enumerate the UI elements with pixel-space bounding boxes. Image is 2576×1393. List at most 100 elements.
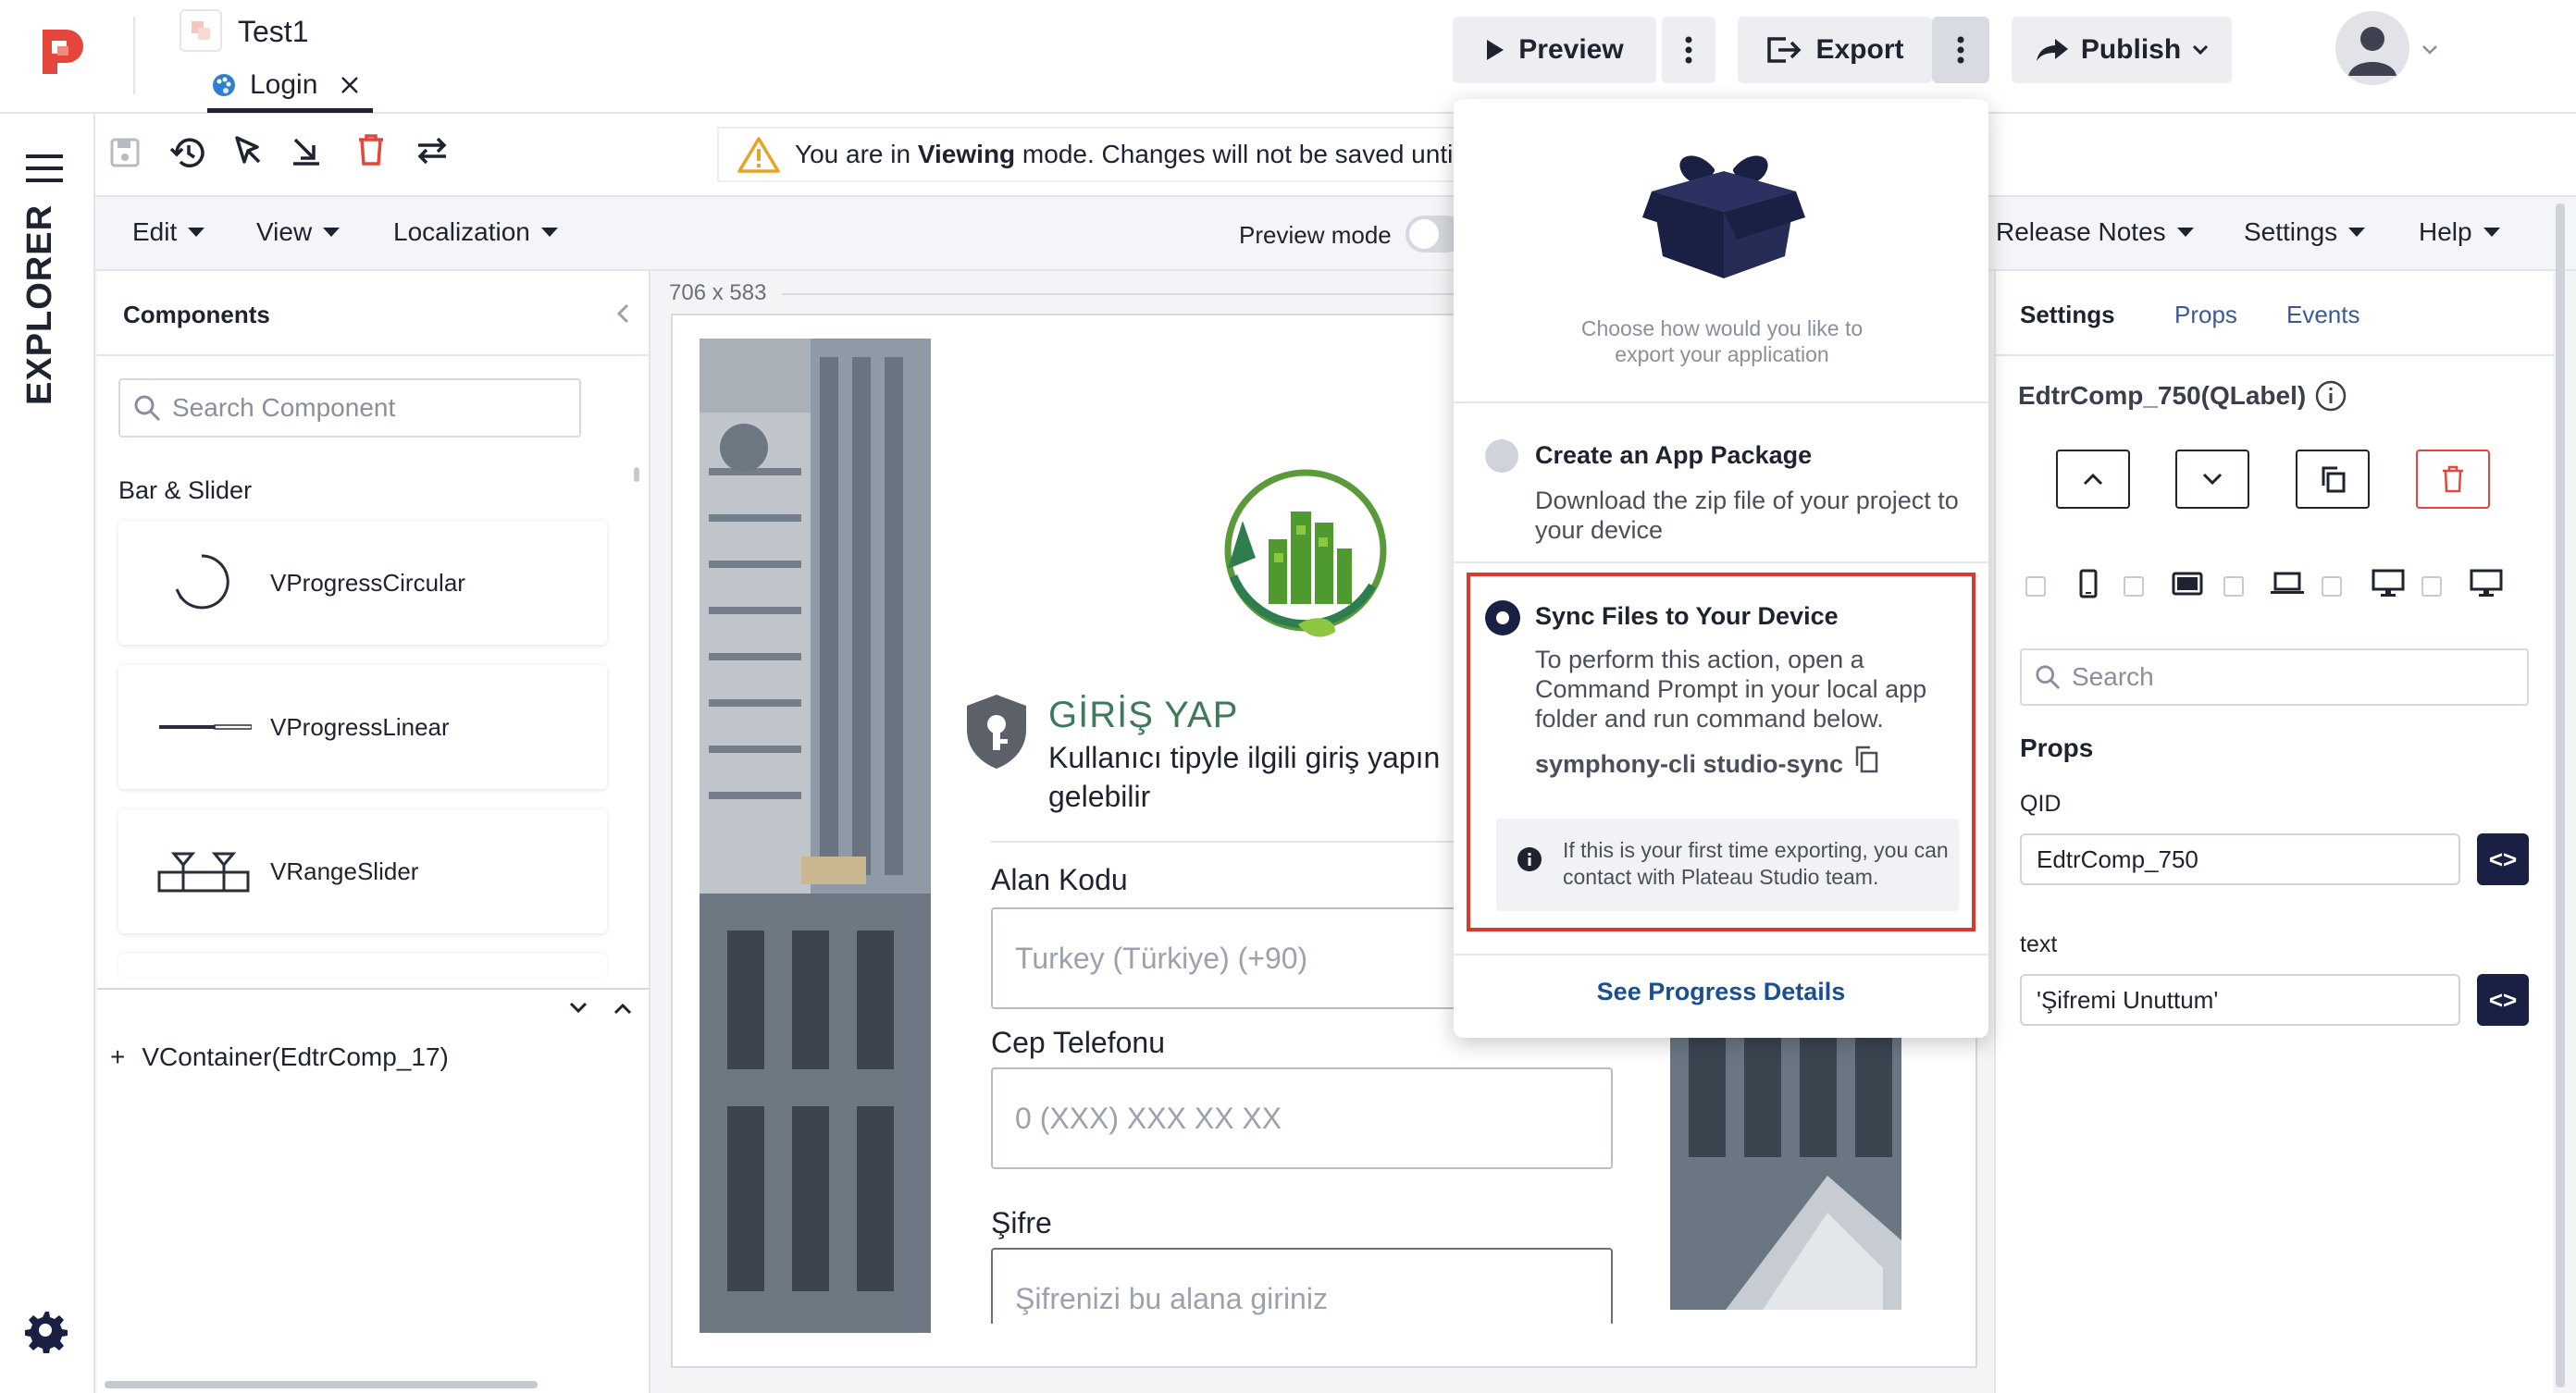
preview-mode-label: Preview mode (1239, 221, 1392, 249)
radio-unselected[interactable] (1485, 439, 1518, 473)
password-field[interactable]: Şifrenizi bu alana giriniz (991, 1248, 1613, 1324)
explorer-label[interactable]: EXPLORER (20, 204, 67, 405)
menu-settings[interactable]: Settings (2244, 217, 2366, 247)
settings-gear-icon[interactable] (22, 1307, 68, 1353)
wide-monitor-icon[interactable] (2470, 569, 2503, 598)
horizontal-scrollbar[interactable] (105, 1381, 538, 1388)
device-checkbox[interactable] (2322, 576, 2342, 597)
copy-icon[interactable] (1853, 745, 1879, 774)
caret-down-icon (188, 228, 205, 237)
swap-icon[interactable] (415, 137, 450, 165)
scrollbar[interactable] (634, 467, 639, 482)
collapse-panel-icon[interactable] (615, 302, 630, 325)
tree-item-label: VContainer(EdtrComp_17) (142, 1042, 449, 1071)
save-icon[interactable] (109, 137, 141, 168)
text-code-button[interactable]: <> (2477, 974, 2529, 1026)
password-placeholder: Şifrenizi bu alana giriniz (1015, 1281, 1328, 1315)
chevron-down-icon[interactable] (569, 1002, 588, 1015)
phone-field[interactable]: 0 (XXX) XXX XX XX (991, 1067, 1613, 1169)
delete-component-button[interactable] (2416, 450, 2490, 509)
radio-selected[interactable] (1485, 600, 1520, 635)
desktop-icon[interactable] (2372, 569, 2405, 598)
component-card[interactable]: VProgressLinear (118, 665, 607, 789)
props-heading: Props (2020, 733, 2094, 762)
search-icon (133, 394, 161, 422)
component-card[interactable] (118, 954, 607, 978)
code-icon: <> (2488, 985, 2518, 1014)
delete-icon[interactable] (357, 133, 385, 166)
chevron-down-icon[interactable] (2421, 44, 2438, 55)
caret-down-icon (2348, 228, 2366, 237)
hamburger-menu-icon[interactable] (26, 154, 63, 182)
move-out-icon[interactable] (290, 134, 323, 167)
export-button[interactable]: Export (1738, 17, 1932, 83)
component-search[interactable]: Search Component (118, 378, 581, 438)
export-icon (1765, 35, 1802, 65)
device-checkbox[interactable] (2223, 576, 2244, 597)
tablet-landscape-icon[interactable] (2172, 572, 2203, 596)
project-thumbnail[interactable] (180, 9, 222, 52)
close-icon[interactable] (340, 75, 360, 95)
export-intro: Choose how would you like to export your… (1580, 316, 1864, 366)
project-name[interactable]: Test1 (238, 15, 308, 49)
move-down-button[interactable] (2175, 450, 2249, 509)
notice-prefix: You are in (795, 140, 918, 168)
device-checkbox[interactable] (2124, 576, 2144, 597)
chevron-up-icon[interactable] (613, 1002, 632, 1015)
preview-more-button[interactable] (1662, 17, 1715, 83)
menu-edit[interactable]: Edit (132, 217, 205, 247)
notice-bold: Viewing (917, 140, 1016, 168)
device-checkbox[interactable] (2025, 576, 2046, 597)
component-card-label: VRangeSlider (270, 857, 419, 885)
qid-code-button[interactable]: <> (2477, 833, 2529, 885)
qid-label: QID (2020, 791, 2062, 817)
tree-item[interactable]: + VContainer(EdtrComp_17) (110, 1042, 449, 1072)
menu-view[interactable]: View (256, 217, 341, 247)
app-logo[interactable] (35, 26, 87, 78)
menu-localization[interactable]: Localization (393, 217, 558, 247)
tab-events[interactable]: Events (2286, 301, 2360, 329)
device-checkbox[interactable] (2421, 576, 2442, 597)
menu-release-notes-label: Release Notes (1996, 217, 2166, 246)
caret-down-icon (2483, 228, 2500, 237)
menu-help[interactable]: Help (2419, 217, 2500, 247)
menu-release-notes[interactable]: Release Notes (1996, 217, 2194, 247)
delete-icon (2442, 465, 2464, 493)
divider (1454, 401, 1988, 403)
section-bar-slider[interactable]: Bar & Slider (118, 476, 252, 505)
qid-field[interactable]: EdtrComp_750 (2020, 833, 2460, 885)
tab-props[interactable]: Props (2174, 301, 2237, 329)
history-icon[interactable] (169, 134, 206, 171)
caret-down-icon (2176, 228, 2194, 237)
component-card-label: VProgressLinear (270, 712, 450, 741)
option-app-package[interactable]: Create an App Package Download the zip f… (1454, 404, 1988, 561)
text-prop-field[interactable]: 'Şifremi Unuttum' (2020, 974, 2460, 1026)
range-slider-icon (157, 850, 250, 894)
publish-button[interactable]: Publish (2012, 17, 2232, 83)
export-more-button[interactable] (1932, 17, 1989, 83)
divider (97, 354, 650, 356)
caret-down-icon (540, 228, 558, 237)
select-cursor-icon[interactable] (231, 134, 265, 167)
expand-plus-icon[interactable]: + (110, 1042, 125, 1072)
avatar[interactable] (2335, 11, 2409, 85)
page-tab-login[interactable]: Login (207, 61, 374, 113)
phone-icon[interactable] (2079, 569, 2098, 598)
move-up-button[interactable] (2056, 450, 2130, 509)
preview-button[interactable]: Preview (1453, 17, 1656, 83)
components-title: Components (123, 301, 270, 328)
info-icon[interactable] (2315, 380, 2347, 412)
laptop-icon[interactable] (2270, 572, 2305, 596)
option-sync-files[interactable]: Sync Files to Your Device To perform thi… (1467, 573, 1975, 931)
see-progress-link[interactable]: See Progress Details (1454, 978, 1988, 1006)
palette-icon (211, 72, 237, 98)
component-card[interactable]: VRangeSlider (118, 809, 607, 933)
component-card[interactable]: VProgressCircular (118, 521, 607, 645)
login-title: GİRİŞ YAP (1048, 695, 1239, 735)
tab-settings[interactable]: Settings (2020, 301, 2115, 329)
duplicate-button[interactable] (2296, 450, 2370, 509)
vertical-scrollbar[interactable] (2556, 203, 2565, 1387)
component-search-placeholder: Search Component (172, 393, 396, 422)
props-search[interactable]: Search (2020, 648, 2529, 706)
qid-value: EdtrComp_750 (2037, 844, 2198, 873)
